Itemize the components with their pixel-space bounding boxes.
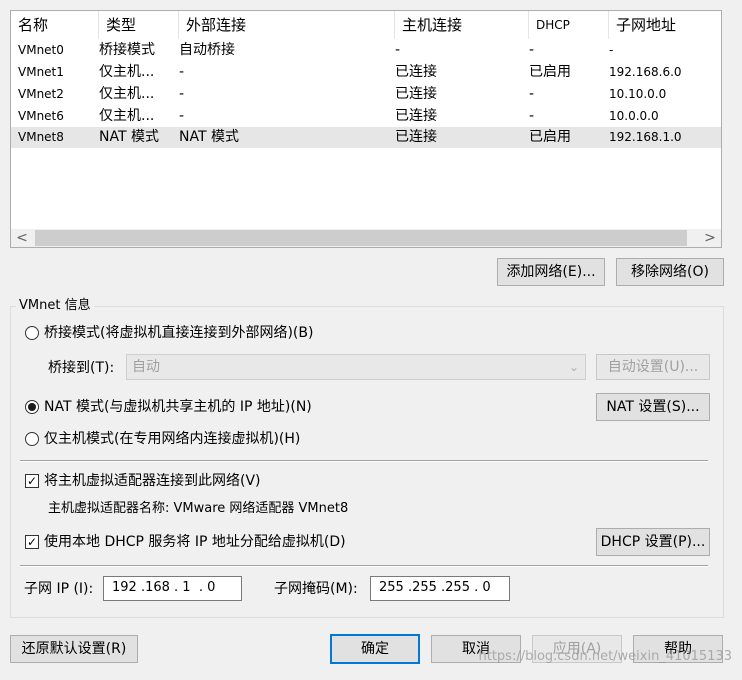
subnet-ip-field[interactable]: 192 .168 . 1 . 0 bbox=[103, 576, 242, 601]
cell-dhcp: - bbox=[529, 86, 535, 102]
cell-dhcp: - bbox=[529, 108, 535, 124]
cell-host: 已连接 bbox=[395, 129, 437, 145]
ok-button[interactable]: 确定 bbox=[330, 634, 420, 664]
cell-host: 已连接 bbox=[395, 86, 437, 102]
host-only-mode-radio[interactable] bbox=[25, 432, 39, 446]
dhcp-settings-button[interactable]: DHCP 设置(P)... bbox=[596, 528, 710, 556]
nat-mode-label[interactable]: NAT 模式(与虚拟机共享主机的 IP 地址)(N) bbox=[44, 397, 312, 417]
connect-adapter-checkbox[interactable]: ✓ bbox=[25, 474, 39, 488]
scroll-left-icon[interactable]: < bbox=[13, 229, 31, 247]
cell-dhcp: 已启用 bbox=[529, 64, 571, 80]
nat-settings-button[interactable]: NAT 设置(S)... bbox=[596, 393, 710, 421]
cell-name: VMnet6 bbox=[18, 109, 64, 123]
cell-host: - bbox=[395, 42, 401, 58]
nat-mode-radio[interactable] bbox=[25, 400, 39, 414]
cell-type: 桥接模式 bbox=[99, 42, 155, 58]
use-dhcp-checkbox[interactable]: ✓ bbox=[25, 535, 39, 549]
subnet-mask-label: 子网掩码(M): bbox=[274, 581, 358, 597]
cell-subnet: 10.10.0.0 bbox=[609, 87, 667, 101]
cell-type: 仅主机... bbox=[99, 108, 155, 124]
cell-type: NAT 模式 bbox=[99, 129, 159, 145]
scrollbar-thumb[interactable] bbox=[35, 230, 687, 246]
restore-defaults-button[interactable]: 还原默认设置(R) bbox=[10, 635, 138, 663]
cell-external: - bbox=[179, 86, 185, 102]
chevron-down-icon: ⌄ bbox=[568, 360, 579, 374]
vmnet-info-title: VMnet 信息 bbox=[16, 297, 94, 315]
virtual-network-list[interactable]: 名称 类型 外部连接 主机连接 DHCP 子网地址 VMnet0 桥接模式 自动… bbox=[10, 10, 722, 248]
cell-dhcp: - bbox=[529, 42, 535, 58]
table-row-vmnet2[interactable]: VMnet2 仅主机... - 已连接 - 10.10.0.0 bbox=[11, 84, 721, 105]
use-dhcp-label[interactable]: 使用本地 DHCP 服务将 IP 地址分配给虚拟机(D) bbox=[44, 532, 346, 552]
bridged-mode-radio[interactable] bbox=[25, 326, 39, 340]
bridge-to-value: 自动 bbox=[132, 359, 160, 375]
divider bbox=[20, 565, 708, 567]
auto-settings-button[interactable]: 自动设置(U)... bbox=[596, 354, 710, 380]
table-row-vmnet1[interactable]: VMnet1 仅主机... - 已连接 已启用 192.168.6.0 bbox=[11, 62, 721, 83]
cell-host: 已连接 bbox=[395, 64, 437, 80]
divider bbox=[20, 460, 708, 462]
scroll-right-icon[interactable]: > bbox=[701, 229, 719, 247]
host-only-mode-label[interactable]: 仅主机模式(在专用网络内连接虚拟机)(H) bbox=[44, 429, 300, 449]
vmnet-info-group bbox=[10, 306, 724, 618]
cell-host: 已连接 bbox=[395, 108, 437, 124]
cell-external: 自动桥接 bbox=[179, 42, 235, 58]
cell-type: 仅主机... bbox=[99, 64, 155, 80]
column-header-name[interactable]: 名称 bbox=[11, 11, 99, 39]
cell-subnet: 192.168.6.0 bbox=[609, 65, 682, 79]
adapter-name-text: 主机虚拟适配器名称: VMware 网络适配器 VMnet8 bbox=[48, 501, 349, 516]
remove-network-button[interactable]: 移除网络(O) bbox=[616, 258, 724, 286]
subnet-mask-field[interactable]: 255 .255 .255 . 0 bbox=[370, 576, 510, 601]
column-header-subnet[interactable]: 子网地址 bbox=[609, 11, 721, 39]
subnet-ip-label: 子网 IP (I): bbox=[24, 581, 94, 597]
bridge-to-label: 桥接到(T): bbox=[48, 360, 115, 376]
cell-dhcp: 已启用 bbox=[529, 129, 571, 145]
column-header-host[interactable]: 主机连接 bbox=[395, 11, 529, 39]
table-row-vmnet8[interactable]: VMnet8 NAT 模式 NAT 模式 已连接 已启用 192.168.1.0 bbox=[11, 127, 721, 148]
connect-adapter-label[interactable]: 将主机虚拟适配器连接到此网络(V) bbox=[44, 471, 261, 491]
cell-external: NAT 模式 bbox=[179, 129, 239, 145]
add-network-button[interactable]: 添加网络(E)... bbox=[497, 258, 605, 286]
cell-name: VMnet8 bbox=[18, 130, 64, 144]
bridge-to-select[interactable]: 自动 ⌄ bbox=[126, 354, 586, 380]
column-header-external[interactable]: 外部连接 bbox=[179, 11, 395, 39]
column-header-type[interactable]: 类型 bbox=[99, 11, 179, 39]
table-row-vmnet6[interactable]: VMnet6 仅主机... - 已连接 - 10.0.0.0 bbox=[11, 106, 721, 127]
horizontal-scrollbar[interactable]: < > bbox=[11, 229, 721, 247]
radio-selected-dot bbox=[28, 403, 36, 411]
cell-name: VMnet0 bbox=[18, 43, 64, 57]
cell-name: VMnet1 bbox=[18, 65, 64, 79]
cell-subnet: 192.168.1.0 bbox=[609, 130, 682, 144]
cell-name: VMnet2 bbox=[18, 87, 64, 101]
cell-external: - bbox=[179, 64, 185, 80]
cell-subnet: 10.0.0.0 bbox=[609, 109, 659, 123]
bridged-mode-label[interactable]: 桥接模式(将虚拟机直接连接到外部网络)(B) bbox=[44, 323, 313, 343]
watermark: https://blog.csdn.net/weixin_41015133 bbox=[478, 649, 732, 664]
table-row-vmnet0[interactable]: VMnet0 桥接模式 自动桥接 - - - bbox=[11, 40, 721, 61]
cell-type: 仅主机... bbox=[99, 86, 155, 102]
column-header-dhcp[interactable]: DHCP bbox=[529, 11, 609, 39]
cell-subnet: - bbox=[609, 43, 614, 57]
cell-external: - bbox=[179, 108, 185, 124]
